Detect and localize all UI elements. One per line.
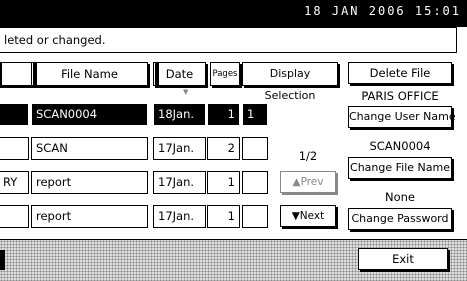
row-date: 17Jan. bbox=[153, 205, 206, 228]
table-row[interactable]: RY report 17Jan. 1 bbox=[0, 171, 290, 194]
header-display-selection[interactable]: Display Selection bbox=[242, 62, 338, 102]
sort-indicator-icon: ▼ bbox=[183, 88, 189, 96]
next-page-button[interactable]: ▼Next bbox=[280, 205, 336, 227]
row-pages: 1 bbox=[207, 171, 240, 194]
file-name-value: SCAN0004 bbox=[369, 139, 431, 153]
row-date: 17Jan. bbox=[153, 171, 206, 194]
password-value: None bbox=[384, 190, 415, 204]
datetime: 18 JAN 2006 15:01 bbox=[304, 4, 461, 18]
row-selection bbox=[242, 137, 268, 160]
row-selection bbox=[242, 171, 268, 194]
header-date[interactable]: Date bbox=[153, 62, 206, 86]
row-user bbox=[0, 205, 29, 228]
row-date: 17Jan. bbox=[153, 137, 206, 160]
table-row[interactable]: report 17Jan. 1 bbox=[0, 205, 290, 228]
header-file-name[interactable]: File Name bbox=[31, 62, 148, 86]
exit-button[interactable]: Exit bbox=[358, 248, 448, 270]
row-file-name: SCAN0004 bbox=[31, 103, 148, 126]
row-selection: 1 bbox=[242, 103, 268, 126]
delete-file-button[interactable]: Delete File bbox=[348, 62, 452, 84]
status-bar: 18 JAN 2006 15:01 bbox=[0, 0, 467, 27]
row-user: RY bbox=[0, 171, 29, 194]
row-pages: 1 bbox=[207, 103, 240, 126]
row-selection bbox=[242, 205, 268, 228]
prev-page-button[interactable]: ▲Prev bbox=[280, 171, 336, 193]
row-pages: 1 bbox=[207, 205, 240, 228]
change-file-name-button[interactable]: Change File Name bbox=[348, 157, 452, 179]
change-user-name-button[interactable]: Change User Name bbox=[348, 106, 456, 128]
change-password-button[interactable]: Change Password bbox=[348, 208, 452, 230]
page-indicator: 1/2 bbox=[298, 149, 318, 163]
row-user bbox=[0, 137, 29, 160]
header-pages[interactable]: Pages bbox=[210, 62, 240, 86]
user-name-value: PARIS OFFICE bbox=[361, 89, 439, 103]
table-row[interactable]: SCAN 17Jan. 2 bbox=[0, 137, 290, 160]
row-file-name: report bbox=[31, 205, 148, 228]
row-pages: 2 bbox=[207, 137, 240, 160]
row-file-name: report bbox=[31, 171, 148, 194]
row-date: 18Jan. bbox=[153, 103, 206, 126]
row-file-name: SCAN bbox=[31, 137, 148, 160]
bottom-left-stub bbox=[0, 250, 5, 270]
message-line: leted or changed. bbox=[0, 27, 467, 53]
message-divider bbox=[456, 27, 467, 53]
table-row[interactable]: SCAN0004 18Jan. 1 1 bbox=[0, 103, 290, 126]
row-user bbox=[0, 103, 29, 126]
